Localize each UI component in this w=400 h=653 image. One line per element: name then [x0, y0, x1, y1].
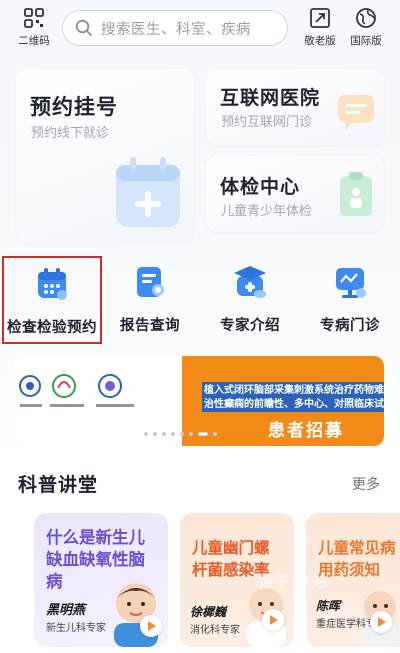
elder-mode-label: 敬老版 — [304, 35, 336, 47]
checkup-subtitle: 儿童青少年体检 — [221, 204, 313, 219]
video-doctor-1: 黑明燕 — [46, 603, 86, 618]
exam-booking-label: 检查检验预约 — [7, 320, 97, 336]
international-button[interactable]: 国际版 — [346, 6, 386, 48]
play-icon[interactable] — [370, 611, 392, 633]
hospital-logos — [19, 374, 134, 407]
international-label: 国际版 — [350, 35, 382, 47]
child-photo — [114, 583, 158, 647]
expand-icon — [310, 8, 330, 28]
pagination-dot[interactable] — [153, 432, 157, 436]
elder-mode-button[interactable]: 敬老版 — [300, 6, 340, 48]
banner-line-2: 治性癫痫的前瞻性、多中心、对照临床试验 — [204, 399, 384, 410]
exam-booking-button[interactable]: 检查检验预约 — [2, 256, 102, 344]
online-hospital-card[interactable]: 互联网医院 预约互联网门诊 — [206, 69, 384, 145]
booking-subtitle: 预约线下就诊 — [31, 126, 110, 141]
expert-intro-label: 专家介绍 — [220, 318, 280, 334]
qr-code-icon — [24, 8, 44, 28]
calendar-icon — [38, 268, 67, 300]
expert-intro-button[interactable]: 专家介绍 — [200, 256, 300, 344]
search-placeholder: 搜索医生、科室、疾病 — [101, 21, 251, 38]
more-link[interactable]: 更多 — [352, 474, 380, 494]
video-doctor-3: 陈晖 — [316, 599, 341, 613]
section-title: 科普讲堂 — [18, 474, 99, 496]
report-query-label: 报告查询 — [120, 318, 180, 334]
watermark-text: 猴子 件站 — [258, 572, 328, 590]
specialty-clinic-button[interactable]: 专病门诊 — [300, 256, 400, 344]
pagination-dot[interactable] — [144, 432, 148, 436]
video-dept-1: 新生儿科专家 — [46, 623, 106, 634]
report-search-icon — [137, 267, 164, 297]
booking-title: 预约挂号 — [30, 95, 118, 119]
pagination-dot[interactable] — [198, 432, 208, 436]
doctor-cap-icon — [234, 266, 266, 298]
clinic-monitor-icon — [336, 268, 366, 298]
play-icon[interactable] — [262, 609, 284, 631]
globe-icon — [356, 8, 376, 28]
chat-bubble-icon — [338, 95, 374, 130]
checkup-center-card[interactable]: 体检中心 儿童青少年体检 — [206, 156, 384, 232]
clipboard-person-icon — [340, 172, 372, 216]
pagination-dot[interactable] — [213, 432, 217, 436]
banner-pagination — [144, 432, 217, 438]
pagination-dot[interactable] — [180, 432, 184, 436]
search-icon — [75, 19, 92, 36]
pagination-dot[interactable] — [171, 432, 175, 436]
video-title-3: 儿童常见病用药须知 — [318, 539, 396, 579]
online-hospital-title: 互联网医院 — [220, 87, 321, 109]
report-query-button[interactable]: 报告查询 — [100, 256, 200, 344]
video-doctor-2: 徐樨巍 — [190, 605, 227, 619]
banner-headline: 患者招募 — [268, 421, 344, 441]
search-input[interactable]: 搜索医生、科室、疾病 — [62, 10, 288, 46]
pagination-dot[interactable] — [162, 432, 166, 436]
calendar-add-icon — [116, 157, 180, 227]
video-dept-2: 消化科专家 — [190, 625, 240, 636]
banner-line-1: 植入式闭环脑部采集刺激系统治疗药物难 — [204, 385, 384, 396]
video-card-1[interactable]: 什么是新生儿缺血缺氧性脑病 黑明燕 新生儿科专家 — [34, 513, 168, 647]
checkup-title: 体检中心 — [220, 176, 301, 198]
qr-code-button[interactable]: 二维码 — [14, 6, 54, 48]
top-bar: 二维码 搜索医生、科室、疾病 敬老版 国际版 — [0, 0, 400, 56]
booking-card[interactable]: 预约挂号 预约线下就诊 — [16, 69, 194, 243]
pagination-dot[interactable] — [189, 432, 193, 436]
online-hospital-subtitle: 预约互联网门诊 — [221, 115, 313, 130]
qr-code-label: 二维码 — [18, 35, 50, 47]
play-icon[interactable] — [140, 615, 162, 637]
specialty-clinic-label: 专病门诊 — [320, 318, 380, 334]
